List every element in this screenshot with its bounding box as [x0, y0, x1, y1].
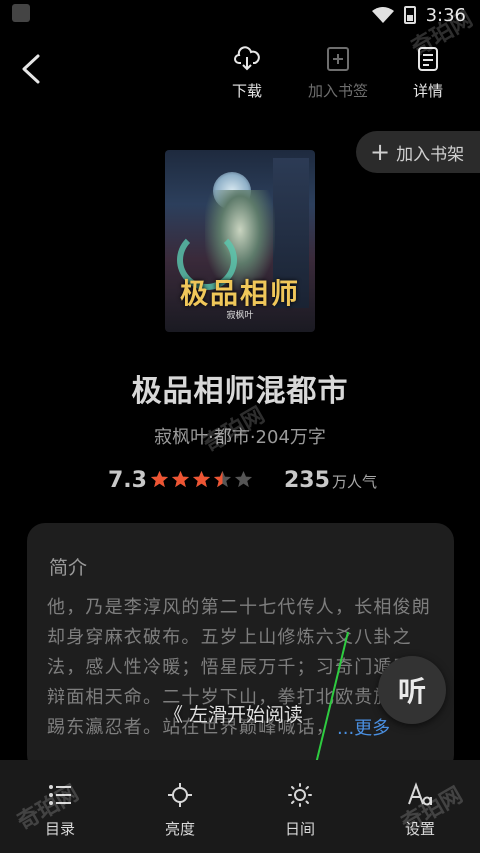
- score: 7.3: [108, 468, 147, 493]
- settings-label: 设置: [404, 820, 435, 838]
- day-mode-label: 日间: [284, 820, 315, 838]
- star-icon: [171, 470, 190, 488]
- status-bar: 3:36: [0, 0, 480, 30]
- brightness-button[interactable]: 亮度: [120, 760, 240, 853]
- back-arrow-icon[interactable]: [18, 52, 46, 86]
- settings-button[interactable]: 设置: [360, 760, 480, 853]
- font-settings-icon: [408, 782, 432, 806]
- day-mode-button[interactable]: 日间: [240, 760, 360, 853]
- popularity: 235 万人气: [284, 468, 377, 493]
- cloud-download-icon: [234, 46, 260, 71]
- star-icon: [150, 470, 169, 488]
- wifi-icon: [371, 7, 394, 23]
- cover-logo: 极品相师: [179, 277, 300, 310]
- download-label: 下载: [231, 82, 262, 100]
- star-icon: [192, 470, 211, 488]
- cover-author-mark: 寂枫叶: [226, 311, 254, 321]
- add-to-shelf-button[interactable]: + 加入书架: [356, 131, 480, 173]
- details-button[interactable]: 详情: [393, 46, 463, 101]
- add-bookmark-label: 加入书签: [307, 82, 368, 100]
- add-to-shelf-label: 加入书架: [396, 144, 465, 165]
- bookmark-add-icon: [327, 47, 349, 71]
- toc-button[interactable]: 目录: [0, 760, 120, 853]
- top-nav: 下载 加入书签 详情: [0, 38, 480, 104]
- star-icon: [213, 470, 232, 488]
- book-title: 极品相师混都市: [131, 374, 349, 409]
- star-rating: [150, 470, 253, 489]
- intro-heading: 简介: [49, 557, 88, 579]
- battery-icon: [403, 6, 416, 24]
- popularity-value: 235: [284, 468, 330, 493]
- brightness-label: 亮度: [164, 820, 195, 838]
- list-icon: [49, 785, 71, 805]
- more-link[interactable]: ...更多: [337, 714, 390, 740]
- notification-icon: [12, 4, 30, 22]
- sun-icon: [288, 783, 312, 807]
- book-cover[interactable]: 极品相师 寂枫叶: [165, 150, 315, 332]
- add-bookmark-button[interactable]: 加入书签: [298, 46, 378, 101]
- status-time: 3:36: [425, 4, 466, 26]
- rating-row: 7.3 235 万人气: [0, 468, 480, 498]
- book-meta: 寂枫叶·都市·204万字: [154, 427, 326, 448]
- swipe-hint: 《 左滑开始阅读: [164, 704, 304, 726]
- download-button[interactable]: 下载: [212, 46, 282, 101]
- details-label: 详情: [412, 82, 443, 100]
- brightness-icon: [168, 783, 192, 807]
- listen-button[interactable]: 听: [378, 656, 446, 724]
- bottom-toolbar: 目录 亮度 日间 设置: [0, 760, 480, 853]
- document-icon: [418, 47, 438, 71]
- star-icon: [234, 470, 253, 488]
- toc-label: 目录: [44, 820, 75, 838]
- popularity-unit: 万人气: [331, 473, 377, 491]
- plus-icon: +: [370, 138, 391, 166]
